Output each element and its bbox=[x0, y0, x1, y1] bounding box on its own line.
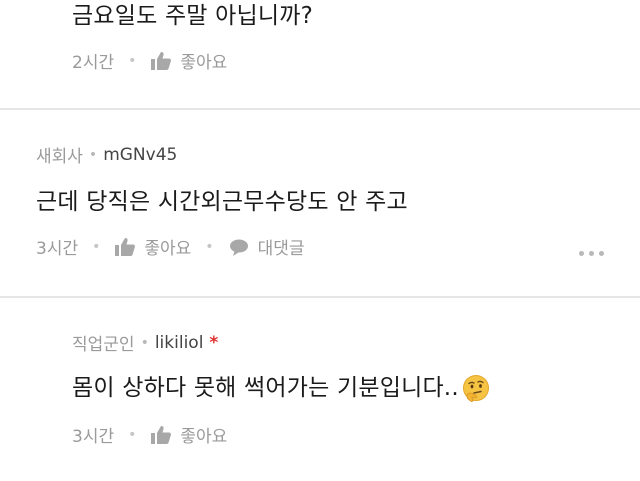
comment-meta: 3시간 • 좋아요 • 대댓글 bbox=[36, 234, 304, 259]
author-name[interactable]: mGNv45 bbox=[103, 145, 177, 165]
author-separator: • bbox=[140, 334, 149, 351]
thumbs-up-icon bbox=[115, 237, 136, 256]
author-mark: * bbox=[209, 332, 219, 353]
meta-separator: • bbox=[128, 52, 137, 69]
thumbs-up-icon bbox=[151, 51, 172, 70]
meta-separator: • bbox=[128, 426, 137, 443]
author-name[interactable]: likiliol bbox=[155, 333, 204, 353]
meta-separator: • bbox=[205, 238, 214, 255]
comment-text: 근데 당직은 시간외근무수당도 안 주고 bbox=[36, 189, 408, 215]
comment-time: 3시간 bbox=[72, 427, 115, 447]
reply-button[interactable]: 대댓글 bbox=[228, 234, 305, 259]
comment-item: 금요일도 주말 아닙니까? 2시간 • 좋아요 bbox=[0, 0, 640, 108]
more-dot bbox=[589, 251, 594, 256]
comment-text: 몸이 상하다 못해 썩어가는 기분입니다.. bbox=[72, 368, 491, 404]
thumbs-up-icon bbox=[151, 425, 172, 444]
author-job: 새회사 bbox=[36, 147, 83, 167]
reply-label: 대댓글 bbox=[257, 239, 305, 259]
like-button[interactable]: 좋아요 bbox=[150, 48, 227, 73]
speech-bubble-icon bbox=[229, 239, 248, 256]
comment-text: 금요일도 주말 아닙니까? bbox=[72, 3, 314, 29]
comment-text-body: 몸이 상하다 못해 썩어가는 기분입니다.. bbox=[72, 375, 459, 401]
more-options-button[interactable] bbox=[579, 251, 604, 256]
more-dot bbox=[599, 251, 604, 256]
meta-separator: • bbox=[92, 238, 101, 255]
author-job: 직업군인 bbox=[72, 335, 135, 355]
thinking-face-icon bbox=[462, 374, 489, 402]
like-label: 좋아요 bbox=[180, 53, 228, 73]
comment-author: 새회사 • mGNv45 bbox=[36, 142, 177, 168]
author-separator: • bbox=[88, 146, 98, 163]
like-label: 좋아요 bbox=[144, 239, 192, 259]
comment-meta: 3시간 • 좋아요 bbox=[72, 422, 227, 447]
more-dot bbox=[579, 251, 584, 256]
like-button[interactable]: 좋아요 bbox=[114, 234, 191, 259]
comment-meta: 2시간 • 좋아요 bbox=[72, 48, 227, 73]
comment-author: 직업군인 • likiliol * bbox=[72, 330, 219, 356]
like-label: 좋아요 bbox=[180, 427, 228, 447]
reply-item: 직업군인 • likiliol * 몸이 상하다 못해 썩어가는 기분입니다..… bbox=[0, 298, 640, 481]
comment-time: 3시간 bbox=[36, 239, 79, 259]
like-button[interactable]: 좋아요 bbox=[150, 422, 227, 447]
comment-item: 새회사 • mGNv45 근데 당직은 시간외근무수당도 안 주고 3시간 • … bbox=[0, 110, 640, 296]
comment-time: 2시간 bbox=[72, 53, 115, 73]
